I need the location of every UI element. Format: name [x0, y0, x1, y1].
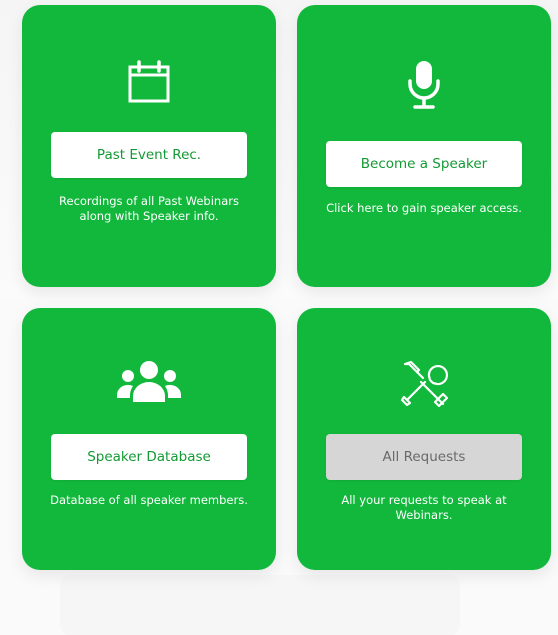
users-group-icon — [117, 361, 181, 402]
card-become-speaker: Become a Speaker Click here to gain spea… — [297, 5, 551, 287]
card-description: Recordings of all Past Webinars along wi… — [59, 194, 239, 223]
card-past-event-recordings: Past Event Rec. Recordings of all Past W… — [22, 5, 276, 287]
calendar-icon — [128, 60, 170, 103]
speaker-database-button[interactable]: Speaker Database — [51, 434, 247, 480]
card-description: Database of all speaker members. — [50, 493, 248, 507]
card-description: All your requests to speak at Webinars. — [341, 493, 507, 522]
past-event-rec-button[interactable]: Past Event Rec. — [51, 132, 247, 178]
card-description: Click here to gain speaker access. — [326, 201, 522, 215]
background-footer-panel — [60, 575, 460, 635]
tools-icon — [400, 360, 449, 408]
card-speaker-database: Speaker Database Database of all speaker… — [22, 308, 276, 570]
all-requests-button[interactable]: All Requests — [326, 434, 522, 480]
become-a-speaker-button[interactable]: Become a Speaker — [326, 141, 522, 187]
microphone-icon — [408, 61, 440, 109]
card-all-requests: All Requests All your requests to speak … — [297, 308, 551, 570]
